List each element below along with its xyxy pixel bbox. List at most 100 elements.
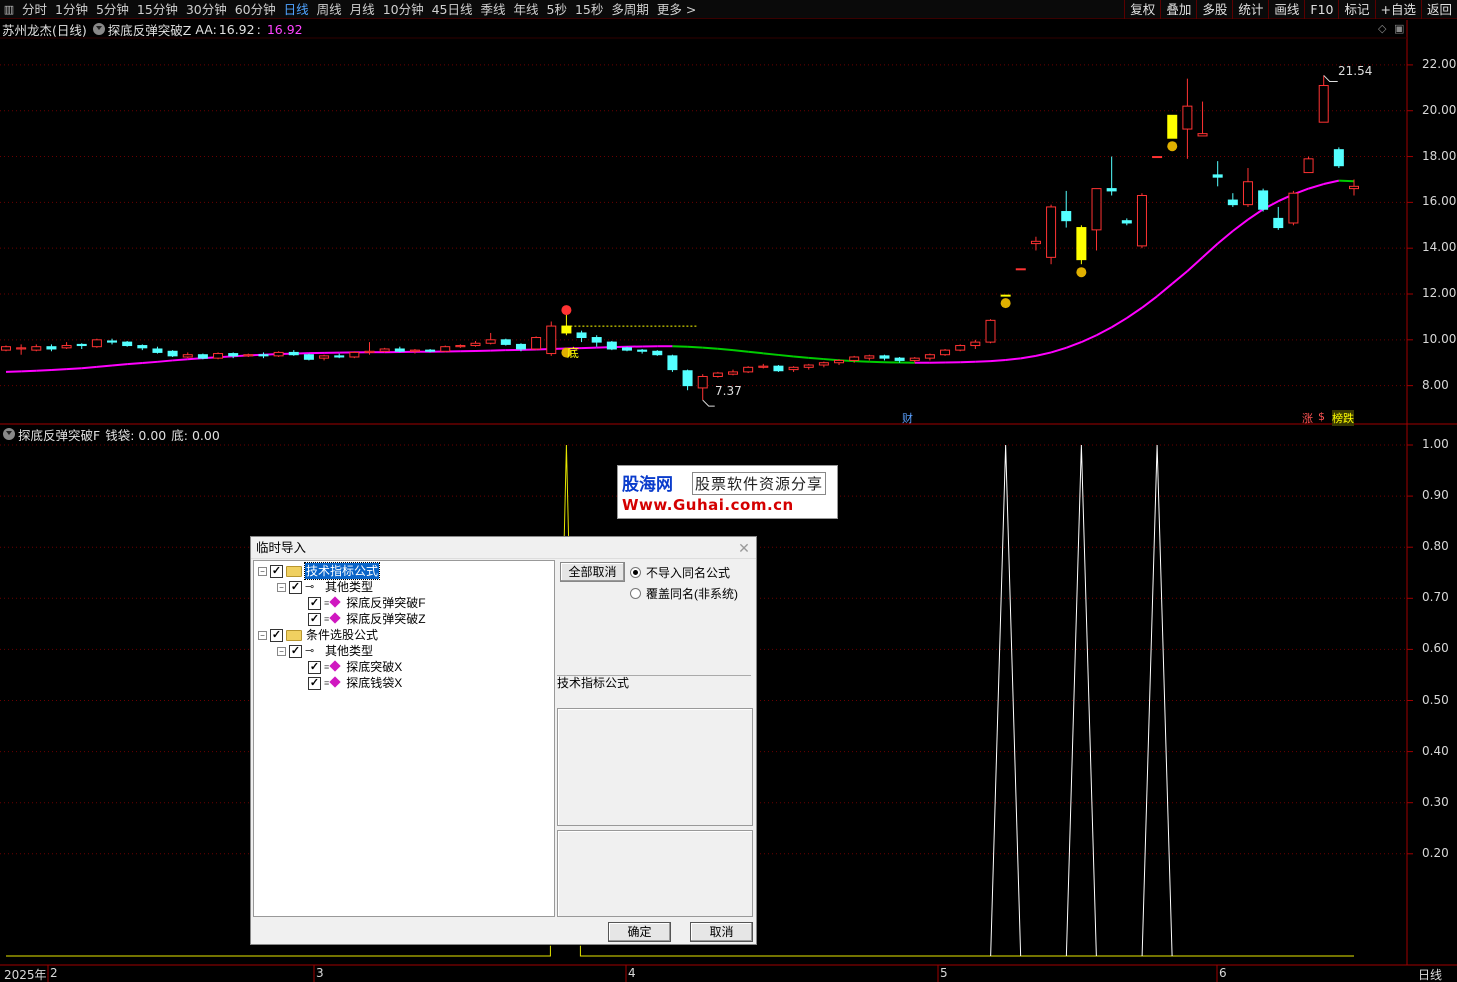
candle-body bbox=[137, 345, 148, 349]
ma-segment bbox=[96, 364, 113, 368]
tree-node-label: 条件选股公式 bbox=[306, 628, 379, 642]
candle-body bbox=[652, 350, 663, 356]
candle-body bbox=[273, 351, 284, 357]
formula-prefix-icon: ≡ bbox=[324, 598, 330, 608]
dialog-titlebar[interactable]: 临时导入 ✕ bbox=[251, 537, 756, 559]
tree-checkbox[interactable]: ✓ bbox=[270, 564, 283, 578]
ma-segment bbox=[1126, 306, 1143, 319]
period-label[interactable]: 日线 bbox=[1418, 966, 1442, 982]
candle-body bbox=[213, 353, 224, 359]
candle-body bbox=[1258, 190, 1269, 210]
indicator-panel-name[interactable]: 探底反弹突破F bbox=[18, 425, 100, 444]
bottom-signal-label: 底 bbox=[567, 346, 580, 360]
di-baseline bbox=[579, 945, 1354, 957]
high-pointer bbox=[1323, 75, 1338, 82]
candle-body bbox=[1000, 294, 1011, 297]
zhang-marker[interactable]: 涨 bbox=[1302, 410, 1313, 426]
ma-segment bbox=[778, 353, 794, 358]
tree-node[interactable]: − ✓ ⊸ 其他类型 bbox=[277, 579, 374, 595]
tree-checkbox[interactable]: ✓ bbox=[289, 644, 302, 658]
collapse-icon[interactable]: − bbox=[258, 630, 267, 640]
ma-segment bbox=[990, 358, 1006, 363]
ma-segment bbox=[717, 347, 734, 352]
candle-body bbox=[1, 346, 11, 351]
candle-body bbox=[1242, 181, 1253, 206]
ma-segment bbox=[1171, 270, 1189, 285]
cai-marker[interactable]: 财 bbox=[902, 410, 913, 426]
candle-body bbox=[303, 354, 314, 360]
candle-body bbox=[167, 350, 178, 357]
formula-prefix-icon: ≡ bbox=[324, 662, 330, 672]
close-icon[interactable]: ✕ bbox=[736, 537, 752, 559]
ma-segment bbox=[975, 360, 991, 363]
collapse-icon[interactable]: − bbox=[277, 646, 286, 656]
candle-body bbox=[1152, 156, 1163, 159]
ma-segment bbox=[157, 359, 173, 363]
indicator-tick-label: 0.90 bbox=[1422, 488, 1449, 503]
tree-checkbox[interactable]: ✓ bbox=[308, 676, 321, 690]
tree-node[interactable]: ✓ ≡ 探底突破X bbox=[296, 659, 403, 675]
watermark-brand: 股海网 bbox=[622, 475, 673, 495]
candle-body bbox=[455, 345, 466, 348]
ma-segment bbox=[1035, 351, 1052, 357]
ma-segment bbox=[1201, 242, 1219, 259]
ma-segment bbox=[1247, 208, 1264, 221]
candle-body bbox=[76, 343, 87, 347]
ma-segment bbox=[1232, 218, 1249, 232]
ma-segment bbox=[1096, 326, 1113, 337]
bangdie-marker[interactable]: 榜跌 bbox=[1332, 410, 1354, 426]
ma-segment bbox=[732, 349, 749, 353]
tree-node[interactable]: − ✓ ⊸ 其他类型 bbox=[277, 643, 374, 659]
candle-body bbox=[440, 346, 451, 352]
candle-body bbox=[258, 354, 269, 357]
price-tick-label: 16.00 bbox=[1422, 194, 1457, 209]
folder-icon bbox=[286, 629, 302, 641]
time-tick-label: 2 bbox=[50, 966, 58, 980]
radio-skip-same-name[interactable]: 不导入同名公式 bbox=[630, 564, 730, 580]
candle-body bbox=[61, 345, 72, 349]
tree-node-label: 其他类型 bbox=[325, 580, 374, 594]
candle-body bbox=[379, 348, 390, 352]
candle-body bbox=[924, 354, 935, 359]
candle-body bbox=[758, 365, 769, 368]
radio-icon[interactable] bbox=[630, 566, 641, 578]
candle-body bbox=[334, 355, 345, 358]
ok-button[interactable]: 确定 bbox=[608, 922, 671, 942]
collapse-icon[interactable]: − bbox=[277, 582, 286, 592]
tree-node[interactable]: ✓ ≡ 探底反弹突破F bbox=[296, 595, 427, 611]
tree-node-label: 探底突破X bbox=[346, 660, 403, 674]
tree-node[interactable]: ✓ ≡ 探底反弹突破Z bbox=[296, 611, 427, 627]
cancel-all-button[interactable]: 全部取消 bbox=[560, 562, 625, 582]
candle-body bbox=[743, 366, 754, 373]
radio-overwrite-same-name[interactable]: 覆盖同名(非系统) bbox=[630, 585, 738, 601]
candle-body bbox=[728, 371, 739, 375]
tree-node[interactable]: − ✓ 条件选股公式 bbox=[258, 627, 379, 643]
tree-checkbox[interactable]: ✓ bbox=[308, 660, 321, 674]
tree-checkbox[interactable]: ✓ bbox=[289, 580, 302, 594]
indicator-dropdown-icon[interactable] bbox=[3, 428, 15, 440]
candle-body bbox=[667, 355, 678, 371]
candle-body bbox=[576, 332, 587, 339]
tree-checkbox[interactable]: ✓ bbox=[270, 628, 283, 642]
ma-segment bbox=[1065, 341, 1082, 349]
candle-body bbox=[834, 359, 845, 364]
qiandai-label: 钱袋: 0.00 bbox=[105, 427, 167, 443]
radio-icon[interactable] bbox=[630, 587, 641, 599]
cancel-button[interactable]: 取消 bbox=[690, 922, 753, 942]
radio-label: 覆盖同名(非系统) bbox=[646, 586, 738, 601]
tree-checkbox[interactable]: ✓ bbox=[308, 596, 321, 610]
tree-node[interactable]: − ✓ 技术指标公式 bbox=[258, 562, 381, 580]
candle-body bbox=[1091, 188, 1102, 231]
tree-checkbox[interactable]: ✓ bbox=[308, 612, 321, 626]
candle-body bbox=[864, 355, 875, 359]
dollar-marker[interactable]: $ bbox=[1318, 410, 1325, 423]
indicator-header: 探底反弹突破F 钱袋: 0.00 底: 0.00 bbox=[0, 425, 225, 444]
collapse-icon[interactable]: − bbox=[258, 566, 267, 576]
candle-body bbox=[228, 353, 239, 357]
candle-body bbox=[91, 339, 102, 348]
candle-body bbox=[1288, 192, 1299, 224]
key-icon: ⊸ bbox=[305, 581, 315, 593]
ma-segment bbox=[81, 365, 97, 370]
tree-node[interactable]: ✓ ≡ 探底钱袋X bbox=[296, 675, 403, 691]
candle-body bbox=[1273, 217, 1284, 229]
